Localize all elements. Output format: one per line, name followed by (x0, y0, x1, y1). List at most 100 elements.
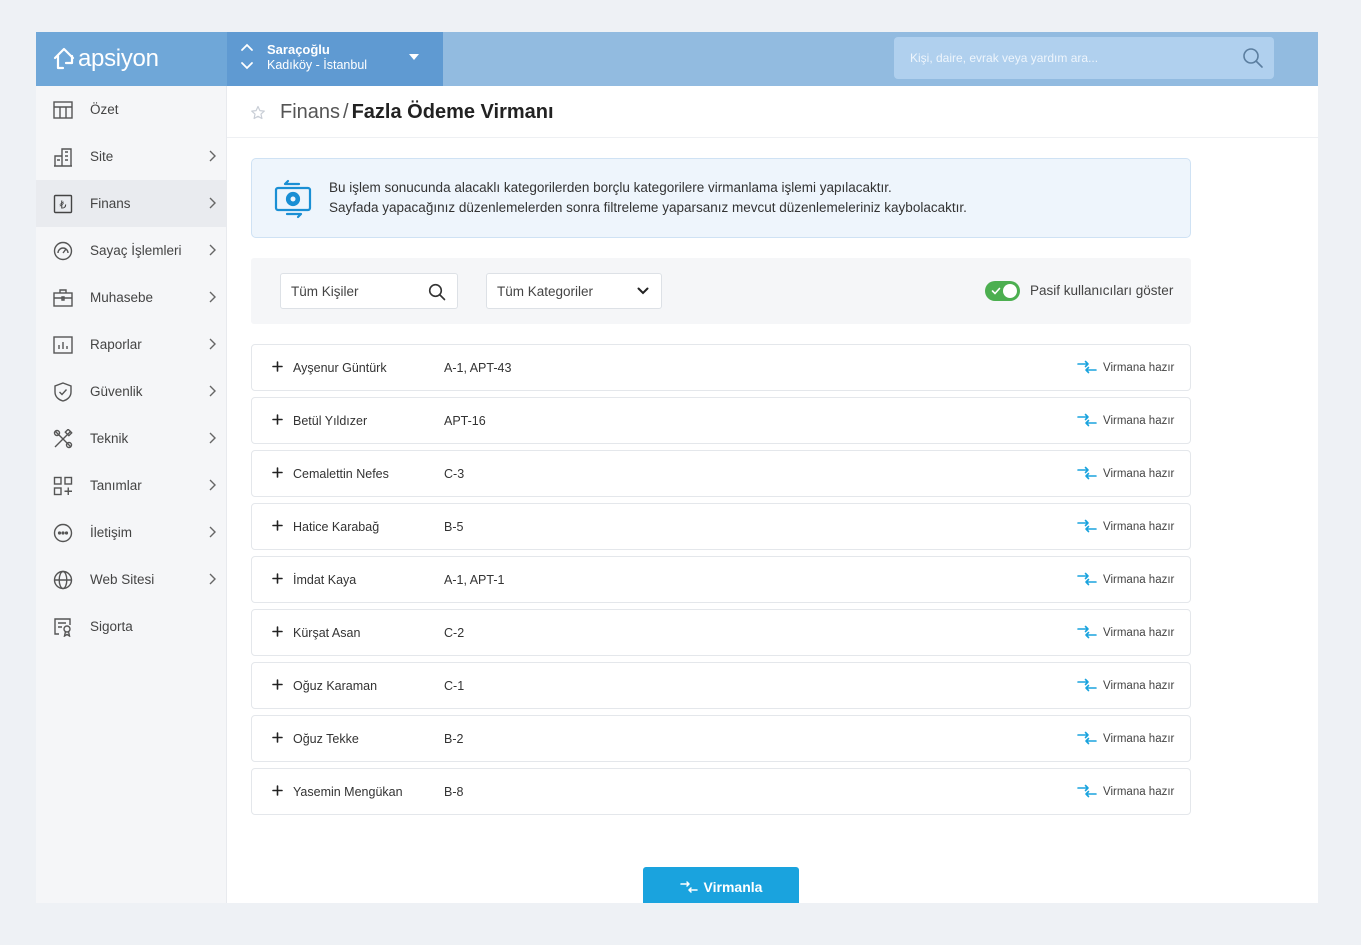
sidebar-item-label: Sigorta (90, 619, 133, 634)
person-list: Ayşenur Güntürk A-1, APT-43 Virmana hazır B… (251, 344, 1191, 821)
list-item[interactable]: Oğuz Tekke B-2 Virmana hazır (251, 715, 1191, 762)
check-icon (991, 287, 1001, 295)
info-alert: Bu işlem sonucunda alacaklı kategorilerd… (251, 158, 1191, 238)
sidebar-item-label: Muhasebe (90, 290, 154, 305)
global-search-input[interactable] (894, 37, 1234, 79)
unit-code: A-1, APT-43 (444, 361, 512, 375)
plus-icon[interactable] (272, 467, 283, 478)
status-badge: Virmana hazır (1103, 521, 1175, 533)
chevron-right-icon (209, 526, 216, 538)
plus-icon[interactable] (272, 626, 283, 637)
sidebar-item-site[interactable]: Site (36, 133, 226, 180)
search-icon[interactable] (428, 283, 446, 301)
sidebar-item-ozet[interactable]: Özet (36, 86, 226, 133)
transfer-arrows-icon (1077, 784, 1097, 798)
chevron-right-icon (209, 432, 216, 444)
chevron-right-icon (209, 291, 216, 303)
person-name: Betül Yıldızer (293, 414, 368, 428)
list-item[interactable]: Ayşenur Güntürk A-1, APT-43 Virmana hazır (251, 344, 1191, 391)
category-select-value: Tüm Kategoriler (497, 284, 594, 299)
gauge-icon (52, 240, 74, 262)
plus-icon[interactable] (272, 679, 283, 690)
status-badge: Virmana hazır (1103, 574, 1175, 586)
list-item[interactable]: Kürşat Asan C-2 Virmana hazır (251, 609, 1191, 656)
chevron-down-icon[interactable] (240, 61, 254, 71)
transfer-arrows-icon (1077, 519, 1097, 533)
site-name: Saraçoğlu (267, 42, 330, 57)
sidebar-item-tanimlar[interactable]: Tanımlar (36, 462, 226, 509)
list-item[interactable]: Cemalettin Nefes C-3 Virmana hazır (251, 450, 1191, 497)
sidebar-item-label: İletişim (90, 525, 133, 540)
list-item[interactable]: Yasemin Mengükan B-8 Virmana hazır (251, 768, 1191, 815)
site-switcher[interactable]: Saraçoğlu Kadıköy - İstanbul (227, 32, 443, 86)
caret-down-icon[interactable] (409, 54, 419, 60)
star-icon[interactable] (250, 105, 266, 121)
sidebar-item-teknik[interactable]: Teknik (36, 415, 226, 462)
passive-users-toggle[interactable] (985, 281, 1020, 301)
plus-icon[interactable] (272, 520, 283, 531)
list-item[interactable]: İmdat Kaya A-1, APT-1 Virmana hazır (251, 556, 1191, 603)
person-name: Ayşenur Güntürk (293, 361, 387, 375)
brand-logo[interactable]: apsiyon (36, 32, 227, 86)
sidebar-item-muhasebe[interactable]: Muhasebe (36, 274, 226, 321)
person-name: Oğuz Karaman (293, 679, 378, 693)
sidebar-item-web-sitesi[interactable]: Web Sitesi (36, 556, 226, 603)
person-name: Yasemin Mengükan (293, 785, 403, 799)
plus-icon[interactable] (272, 414, 283, 425)
bar-chart-icon (52, 334, 74, 356)
breadcrumb-parent[interactable]: Finans (280, 101, 340, 123)
search-icon[interactable] (1242, 47, 1264, 69)
unit-code: APT-16 (444, 414, 486, 428)
sidebar-item-raporlar[interactable]: Raporlar (36, 321, 226, 368)
certificate-icon (52, 616, 74, 638)
transfer-arrows-icon (1077, 572, 1097, 586)
chevron-up-icon[interactable] (240, 42, 254, 52)
status-badge: Virmana hazır (1103, 415, 1175, 427)
sidebar-item-label: Sayaç İşlemleri (90, 243, 182, 258)
person-search-input[interactable] (281, 274, 426, 308)
plus-icon[interactable] (272, 361, 283, 372)
transfer-arrows-icon (1077, 625, 1097, 639)
grid-plus-icon (52, 475, 74, 497)
plus-icon[interactable] (272, 785, 283, 796)
sidebar-item-label: Tanımlar (90, 478, 142, 493)
transfer-arrows-icon (1077, 466, 1097, 480)
list-item[interactable]: Hatice Karabağ B-5 Virmana hazır (251, 503, 1191, 550)
unit-code: B-2 (444, 732, 464, 746)
money-transfer-icon (274, 179, 312, 219)
building-icon (52, 146, 74, 168)
chevron-right-icon (209, 150, 216, 162)
sidebar-item-guvenlik[interactable]: Güvenlik (36, 368, 226, 415)
transfer-button[interactable]: Virmanla (643, 867, 799, 903)
unit-code: B-5 (444, 520, 464, 534)
sidebar-item-label: Güvenlik (90, 384, 143, 399)
chat-icon (52, 522, 74, 544)
sidebar-item-sigorta[interactable]: Sigorta (36, 603, 226, 650)
app-window: apsiyon Saraçoğlu Kadıköy - İstanbul Öze… (36, 32, 1318, 903)
global-search[interactable] (894, 37, 1274, 79)
home-icon (53, 47, 75, 70)
plus-icon[interactable] (272, 573, 283, 584)
sidebar-item-sayac[interactable]: Sayaç İşlemleri (36, 227, 226, 274)
plus-icon[interactable] (272, 732, 283, 743)
status-badge: Virmana hazır (1103, 680, 1175, 692)
passive-users-label: Pasif kullanıcıları göster (1030, 283, 1174, 298)
site-location: Kadıköy - İstanbul (267, 58, 368, 72)
transfer-arrows-icon (1077, 731, 1097, 745)
list-item[interactable]: Oğuz Karaman C-1 Virmana hazır (251, 662, 1191, 709)
sidebar-item-label: Site (90, 149, 114, 164)
list-item[interactable]: Betül Yıldızer APT-16 Virmana hazır (251, 397, 1191, 444)
transfer-arrows-icon (1077, 360, 1097, 374)
svg-text:₺: ₺ (60, 198, 67, 211)
sidebar-item-label: Teknik (90, 431, 129, 446)
person-filter[interactable] (280, 273, 458, 309)
unit-code: C-1 (444, 679, 465, 693)
unit-code: A-1, APT-1 (444, 573, 505, 587)
sidebar-item-finans[interactable]: ₺ Finans (36, 180, 226, 227)
sidebar-item-label: Web Sitesi (90, 572, 155, 587)
sidebar-item-iletisim[interactable]: İletişim (36, 509, 226, 556)
sidebar-item-label: Raporlar (90, 337, 142, 352)
category-select[interactable]: Tüm Kategoriler (486, 273, 662, 309)
toggle-knob (1003, 284, 1017, 298)
lira-icon: ₺ (52, 193, 74, 215)
